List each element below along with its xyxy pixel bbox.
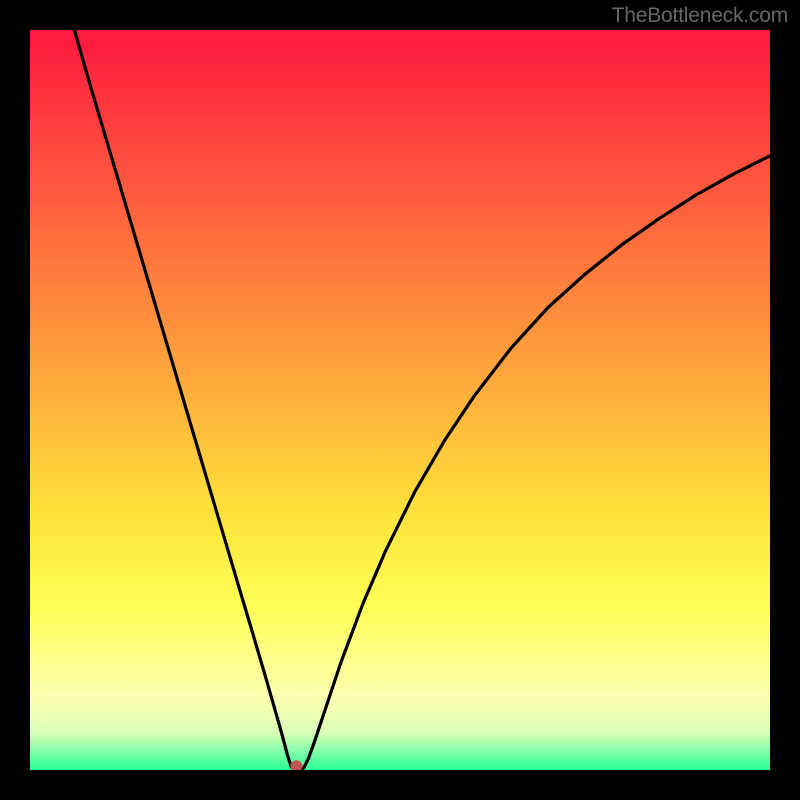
chart-container <box>30 30 770 770</box>
watermark-text: TheBottleneck.com <box>612 4 788 28</box>
gradient-background <box>30 30 770 770</box>
bottleneck-chart <box>30 30 770 770</box>
